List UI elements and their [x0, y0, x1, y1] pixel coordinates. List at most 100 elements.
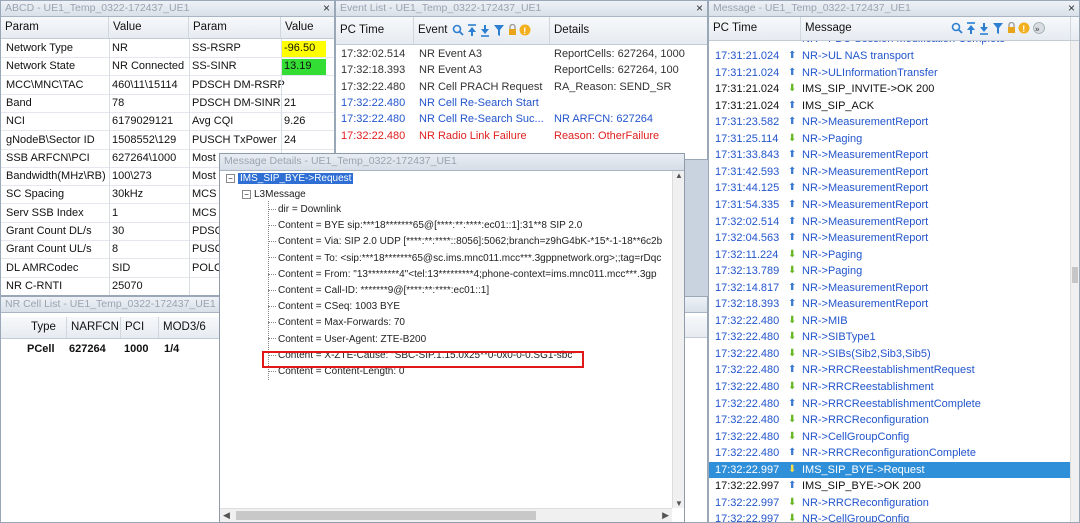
- message-row[interactable]: 17:32:22.480 ⬇ NR->RRCReconfiguration: [709, 412, 1071, 429]
- message-row[interactable]: 17:31:42.593 ⬆ NR->MeasurementReport: [709, 164, 1071, 181]
- message-row[interactable]: 17:32:02.514 ⬆ NR->MeasurementReport: [709, 214, 1071, 231]
- col-header-param-2[interactable]: Param: [189, 17, 281, 38]
- col-header-param[interactable]: Param: [1, 17, 109, 38]
- col-header-type[interactable]: Type: [27, 317, 67, 338]
- col-header-pc-time[interactable]: PC Time: [709, 17, 801, 40]
- message-row[interactable]: 17:32:18.393 ⬆ NR->MeasurementReport: [709, 296, 1071, 313]
- col-header-details[interactable]: Details: [550, 17, 707, 44]
- collapse-icon[interactable]: −: [242, 189, 251, 199]
- filter-icon[interactable]: [993, 23, 1003, 34]
- detail-line[interactable]: Content = From: "13********4"<tel:13****…: [268, 269, 657, 280]
- detail-line[interactable]: Content = BYE sip:***18*******65@[****:*…: [268, 220, 582, 231]
- detail-line[interactable]: Content = CSeq: 1003 BYE: [268, 301, 400, 312]
- event-row[interactable]: 17:32:22.480 NR Cell PRACH Request RA_Reas…: [336, 79, 707, 95]
- message-row[interactable]: 17:31:23.582 ⬆ NR->MeasurementReport: [709, 114, 1071, 131]
- message-row[interactable]: 17:32:22.480 ⬇ NR->RRCReestablishment: [709, 379, 1071, 396]
- scroll-thumb[interactable]: [1072, 267, 1078, 283]
- param-row[interactable]: Band 78 PDSCH DM-SINR 21: [1, 95, 334, 113]
- col-header-narfcn[interactable]: NARFCN: [67, 317, 121, 338]
- message-row[interactable]: 17:32:13.789 ⬇ NR->Paging: [709, 263, 1071, 280]
- warning-icon[interactable]: !: [519, 24, 531, 37]
- message-text: NR->SIBs(Sib2,Sib3,Sib5): [802, 347, 931, 360]
- search-icon[interactable]: [452, 24, 464, 36]
- col-header-message[interactable]: Message ! »: [801, 17, 1071, 40]
- message-row[interactable]: 17:32:22.480 ⬇ NR->CellGroupConfig: [709, 429, 1071, 446]
- message-row-partial[interactable]: NR->PDU Session Modification Complete: [709, 41, 1071, 48]
- message-row[interactable]: 17:31:21.024 ⬆ IMS_SIP_ACK: [709, 98, 1071, 115]
- collapse-icon[interactable]: −: [226, 173, 235, 183]
- message-row[interactable]: 17:32:22.480 ⬆ NR->RRCReestablishmentReque…: [709, 362, 1071, 379]
- detail-line[interactable]: Content = User-Agent: ZTE-B200: [268, 334, 426, 345]
- warning-icon[interactable]: !: [1018, 22, 1030, 35]
- message-row[interactable]: 17:32:22.997 ⬆ IMS_SIP_BYE->OK 200: [709, 478, 1071, 495]
- message-row[interactable]: 17:32:22.480 ⬇ NR->MIB: [709, 313, 1071, 330]
- cell-row[interactable]: PCell 627264 1000 1/4: [1, 341, 219, 357]
- tree-node-l3message[interactable]: − L3Message: [242, 189, 306, 200]
- detail-line[interactable]: Content = Call-ID: *******9@[****:**:***…: [268, 285, 489, 296]
- param-row[interactable]: Network Type NR SS-RSRP -96.50: [1, 40, 334, 58]
- message-row[interactable]: 17:31:44.125 ⬆ NR->MeasurementReport: [709, 180, 1071, 197]
- col-header-value-2[interactable]: Value: [281, 17, 334, 38]
- move-bottom-icon[interactable]: [481, 25, 489, 37]
- filter-icon[interactable]: [494, 25, 504, 36]
- param-row[interactable]: NCI 6179029121 Avg CQI 9.26: [1, 113, 334, 132]
- param-row[interactable]: gNodeB\Sector ID 1508552\129 PUSCH TxPower…: [1, 132, 334, 150]
- scroll-left-arrow[interactable]: ◀: [223, 510, 230, 521]
- event-row[interactable]: 17:32:22.480 NR Radio Link Failure Reason:…: [336, 128, 707, 144]
- close-icon[interactable]: ×: [696, 1, 703, 16]
- tree-root[interactable]: − IMS_SIP_BYE->Request: [226, 173, 354, 184]
- move-top-icon[interactable]: [967, 22, 975, 34]
- message-row[interactable]: 17:31:21.024 ⬆ NR->ULInformationTransfer: [709, 65, 1071, 82]
- message-row[interactable]: 17:32:22.480 ⬆ NR->RRCReestablishmentCompl…: [709, 396, 1071, 413]
- detail-line[interactable]: Content = To: <sip:***18*******65@sc.ims…: [268, 253, 661, 264]
- message-row[interactable]: 17:32:04.563 ⬆ NR->MeasurementReport: [709, 230, 1071, 247]
- message-row-selected[interactable]: 17:32:22.997 ⬇ IMS_SIP_BYE->Request: [709, 461, 1071, 479]
- message-row[interactable]: 17:31:54.335 ⬆ NR->MeasurementReport: [709, 197, 1071, 214]
- hscroll-thumb[interactable]: [236, 511, 536, 520]
- scroll-up-arrow[interactable]: ▲: [675, 171, 683, 180]
- move-bottom-icon[interactable]: [980, 23, 988, 35]
- message-row[interactable]: 17:32:22.480 ⬆ NR->RRCReconfigurationCompl…: [709, 445, 1071, 462]
- detail-line[interactable]: Content = Via: SIP 2.0 UDP [****:**:****…: [268, 236, 662, 247]
- message-row[interactable]: 17:32:22.997 ⬇ NR->CellGroupConfig: [709, 511, 1071, 522]
- event-row[interactable]: 17:32:22.480 NR Cell Re-Search Start: [336, 95, 707, 111]
- message-row[interactable]: 17:31:21.024 ⬇ IMS_SIP_INVITE->OK 200: [709, 81, 1071, 98]
- lock-icon[interactable]: [1008, 22, 1015, 34]
- param-row[interactable]: MCC\MNC\TAC 460\11\15114 PDSCH DM-RSRP: [1, 77, 334, 95]
- detail-line[interactable]: dir = Downlink: [268, 204, 341, 215]
- scroll-right-arrow[interactable]: ▶: [662, 510, 669, 521]
- col-header-event[interactable]: Event !: [414, 17, 550, 44]
- details-hscrollbar[interactable]: ◀ ▶: [220, 508, 672, 522]
- message-text: IMS_SIP_INVITE->OK 200: [802, 83, 935, 96]
- lock-icon[interactable]: [509, 24, 516, 36]
- event-name: NR Cell PRACH Request: [419, 80, 543, 93]
- close-icon[interactable]: ×: [1068, 1, 1075, 16]
- event-row[interactable]: 17:32:02.514 NR Event A3 ReportCells: 6272…: [336, 46, 707, 62]
- message-row[interactable]: 17:31:21.024 ⬆ NR->UL NAS transport: [709, 48, 1071, 65]
- param-row[interactable]: Network State NR Connected SS-SINR 13.19: [1, 58, 334, 77]
- col-header-pc-time[interactable]: PC Time: [336, 17, 414, 44]
- scroll-down-arrow[interactable]: ▼: [675, 499, 683, 508]
- event-name: NR Cell Re-Search Start: [419, 96, 539, 109]
- col-header-pci[interactable]: PCI: [121, 317, 159, 338]
- detail-line[interactable]: Content = Max-Forwards: 70: [268, 317, 405, 328]
- message-row[interactable]: 17:31:33.843 ⬆ NR->MeasurementReport: [709, 147, 1071, 164]
- message-row[interactable]: 17:32:22.480 ⬇ NR->SIBType1: [709, 329, 1071, 346]
- message-list-scrollbar[interactable]: [1070, 41, 1079, 522]
- message-time: 17:32:04.563: [715, 232, 780, 245]
- details-vscrollbar[interactable]: ▲ ▼: [672, 171, 684, 508]
- expand-more-icon[interactable]: »: [1033, 22, 1045, 34]
- event-row[interactable]: 17:32:18.393 NR Event A3 ReportCells: 6272…: [336, 62, 707, 78]
- event-row[interactable]: 17:32:22.480 NR Cell Re-Search Suc... NR A…: [336, 111, 707, 127]
- arrow-down-icon: ⬇: [788, 381, 797, 392]
- col-header-value[interactable]: Value: [109, 17, 189, 38]
- message-row[interactable]: 17:32:11.224 ⬇ NR->Paging: [709, 247, 1071, 264]
- message-row[interactable]: 17:32:14.817 ⬆ NR->MeasurementReport: [709, 280, 1071, 297]
- message-row[interactable]: 17:32:22.997 ⬇ NR->RRCReconfiguration: [709, 495, 1071, 512]
- message-row[interactable]: 17:32:22.480 ⬇ NR->SIBs(Sib2,Sib3,Sib5): [709, 346, 1071, 363]
- move-top-icon[interactable]: [468, 24, 476, 36]
- message-row[interactable]: 17:31:25.114 ⬇ NR->Paging: [709, 131, 1071, 148]
- close-icon[interactable]: ×: [323, 1, 330, 16]
- col-header-mod[interactable]: MOD3/6: [159, 317, 219, 338]
- search-icon[interactable]: [951, 22, 963, 34]
